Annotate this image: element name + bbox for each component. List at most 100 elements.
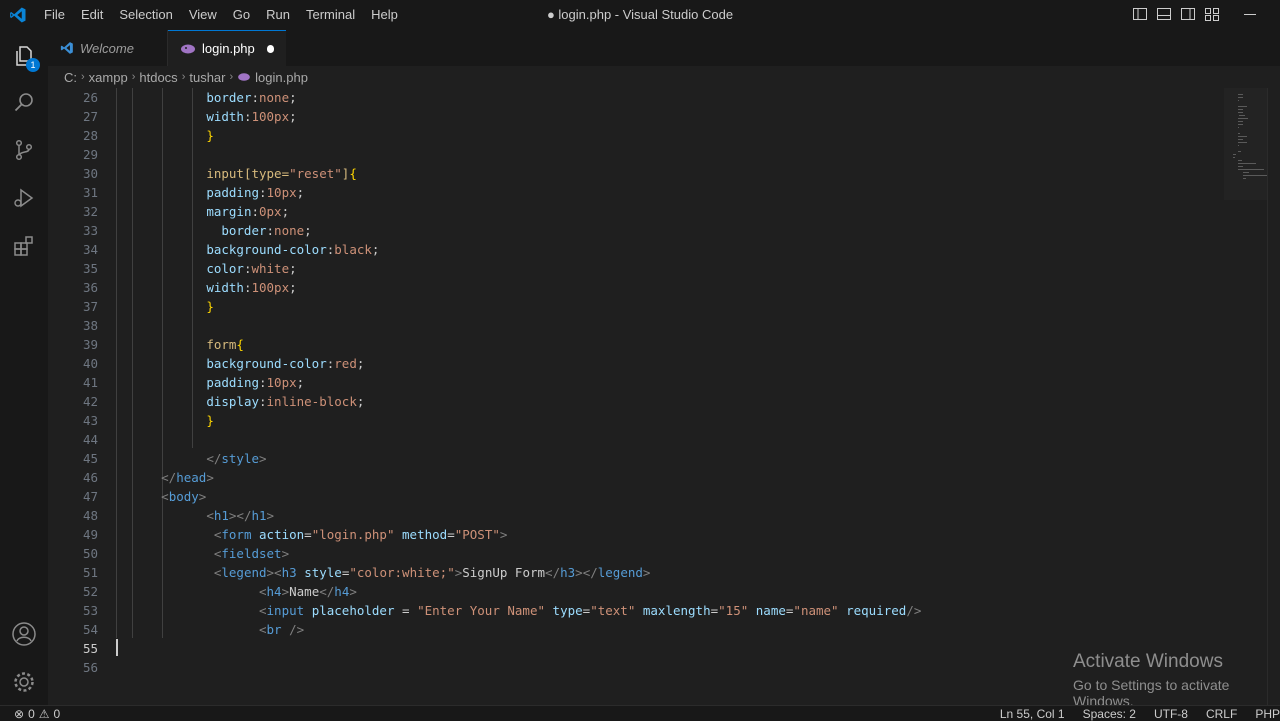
breadcrumb-item[interactable]: login.php xyxy=(255,70,308,85)
code-line[interactable]: color:white; xyxy=(116,259,1236,278)
run-debug-icon[interactable] xyxy=(0,174,48,222)
code-line[interactable]: } xyxy=(116,297,1236,316)
breadcrumb-item[interactable]: xampp xyxy=(89,70,128,85)
cursor-position[interactable]: Ln 55, Col 1 xyxy=(1000,707,1065,721)
code-line[interactable]: margin:0px; xyxy=(116,202,1236,221)
indent xyxy=(116,204,206,219)
code-token: { xyxy=(236,337,244,352)
customize-layout-icon[interactable] xyxy=(1204,6,1220,22)
minimap-line xyxy=(1243,172,1249,173)
code-line[interactable]: width:100px; xyxy=(116,278,1236,297)
code-line[interactable]: background-color:red; xyxy=(116,354,1236,373)
code-line[interactable]: </head> xyxy=(116,468,1236,487)
source-control-icon[interactable] xyxy=(0,126,48,174)
code-line[interactable] xyxy=(116,145,1236,164)
code-line[interactable]: <br /> xyxy=(116,620,1236,639)
end-of-line[interactable]: CRLF xyxy=(1206,707,1237,721)
code-token: body xyxy=(169,489,199,504)
minimap[interactable] xyxy=(1224,88,1268,200)
code-line[interactable]: <h4>Name</h4> xyxy=(116,582,1236,601)
code-area[interactable]: border:none; width:100px; } input[type="… xyxy=(116,88,1236,677)
code-token: Name xyxy=(289,584,319,599)
breadcrumb-item[interactable]: tushar xyxy=(189,70,225,85)
activity-bar: 1 xyxy=(0,30,48,705)
files-icon[interactable]: 1 xyxy=(0,32,48,80)
code-line[interactable]: form{ xyxy=(116,335,1236,354)
code-line[interactable]: <h1></h1> xyxy=(116,506,1236,525)
line-number: 31 xyxy=(48,183,98,202)
menu-edit[interactable]: Edit xyxy=(73,0,111,30)
settings-gear-icon[interactable] xyxy=(0,658,48,706)
code-line[interactable]: padding:10px; xyxy=(116,373,1236,392)
vertical-scrollbar[interactable] xyxy=(1267,88,1280,705)
php-file-icon xyxy=(180,43,196,55)
menu-go[interactable]: Go xyxy=(225,0,258,30)
code-line[interactable]: border:none; xyxy=(116,88,1236,107)
tab-welcome[interactable]: Welcome xyxy=(48,30,168,66)
chevron-right-icon: › xyxy=(132,71,136,83)
menu-run[interactable]: Run xyxy=(258,0,298,30)
code-token: style xyxy=(304,565,342,580)
code-token: ; xyxy=(357,356,365,371)
toggle-primary-sidebar-icon[interactable] xyxy=(1132,6,1148,22)
code-line[interactable]: input[type="reset"]{ xyxy=(116,164,1236,183)
code-line[interactable]: } xyxy=(116,411,1236,430)
code-line[interactable]: </style> xyxy=(116,449,1236,468)
code-token: style xyxy=(221,451,259,466)
code-line[interactable]: <body> xyxy=(116,487,1236,506)
vscode-icon xyxy=(60,41,74,55)
line-number: 48 xyxy=(48,506,98,525)
code-line[interactable]: } xyxy=(116,126,1236,145)
menu-file[interactable]: File xyxy=(36,0,73,30)
code-token: ; xyxy=(304,223,312,238)
code-line[interactable]: display:inline-block; xyxy=(116,392,1236,411)
code-token: ; xyxy=(289,280,297,295)
line-number: 55 xyxy=(48,639,98,658)
encoding[interactable]: UTF-8 xyxy=(1154,707,1188,721)
code-line[interactable]: <legend><h3 style="color:white;">SignUp … xyxy=(116,563,1236,582)
menu-terminal[interactable]: Terminal xyxy=(298,0,363,30)
menu-view[interactable]: View xyxy=(181,0,225,30)
code-line[interactable]: <form action="login.php" method="POST"> xyxy=(116,525,1236,544)
code-token: < xyxy=(259,603,267,618)
extensions-icon[interactable] xyxy=(0,222,48,270)
code-line[interactable]: padding:10px; xyxy=(116,183,1236,202)
code-token: < xyxy=(206,508,214,523)
code-line[interactable]: width:100px; xyxy=(116,107,1236,126)
code-editor[interactable]: 2627282930313233343536373839404142434445… xyxy=(48,88,1280,705)
code-line[interactable] xyxy=(116,639,1236,658)
menu-help[interactable]: Help xyxy=(363,0,406,30)
account-icon[interactable] xyxy=(0,610,48,658)
chevron-right-icon: › xyxy=(81,71,85,83)
chevron-right-icon: › xyxy=(230,71,234,83)
indentation[interactable]: Spaces: 2 xyxy=(1083,707,1136,721)
search-icon[interactable] xyxy=(0,78,48,126)
code-token: input[type= xyxy=(206,166,289,181)
code-token: width xyxy=(206,280,244,295)
code-line[interactable]: <input placeholder = "Enter Your Name" t… xyxy=(116,601,1236,620)
tab-login-php[interactable]: login.php xyxy=(168,30,286,66)
code-line[interactable] xyxy=(116,658,1236,677)
code-line[interactable] xyxy=(116,316,1236,335)
code-token: ; xyxy=(289,109,297,124)
line-number: 45 xyxy=(48,449,98,468)
line-number: 49 xyxy=(48,525,98,544)
code-token: placeholder xyxy=(312,603,395,618)
breadcrumb-item[interactable]: htdocs xyxy=(139,70,177,85)
unsaved-dot-icon[interactable] xyxy=(267,45,274,53)
code-token: black xyxy=(334,242,372,257)
code-token: type xyxy=(553,603,583,618)
problems-indicator[interactable]: ⊗ 0 ⚠ 0 xyxy=(14,707,60,721)
code-line[interactable]: background-color:black; xyxy=(116,240,1236,259)
warning-count: 0 xyxy=(54,707,61,721)
toggle-secondary-sidebar-icon[interactable] xyxy=(1180,6,1196,22)
code-line[interactable] xyxy=(116,430,1236,449)
minimize-icon[interactable] xyxy=(1244,14,1256,15)
code-line[interactable]: border:none; xyxy=(116,221,1236,240)
language-mode[interactable]: PHP xyxy=(1255,707,1280,721)
menu-selection[interactable]: Selection xyxy=(111,0,180,30)
minimap-line xyxy=(1238,160,1242,161)
toggle-panel-icon[interactable] xyxy=(1156,6,1172,22)
breadcrumb-item[interactable]: C: xyxy=(64,70,77,85)
code-line[interactable]: <fieldset> xyxy=(116,544,1236,563)
